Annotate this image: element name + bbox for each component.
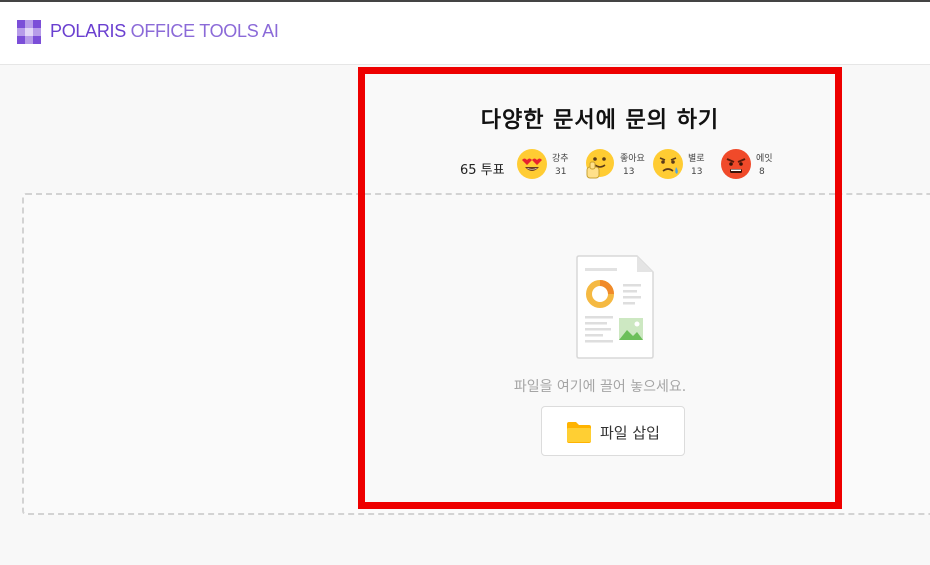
reaction-bar: 65 투표 강추 31 좋아요 13 별로 13 에잇 8 (460, 148, 800, 188)
reaction-highly-recommend[interactable]: 강추 31 (516, 148, 580, 188)
polaris-logo-icon[interactable] (17, 20, 41, 44)
heart-eyes-emoji-icon (517, 149, 547, 179)
brand-name-secondary: OFFICE TOOLS AI (125, 21, 279, 41)
vote-total: 65 투표 (460, 163, 505, 178)
brand-name[interactable]: POLARIS OFFICE TOOLS AI (50, 21, 279, 42)
page-title: 다양한 문서에 문의 하기 (480, 108, 720, 133)
document-illustration-icon (576, 255, 654, 359)
reaction-meh[interactable]: 별로 13 (652, 148, 716, 188)
thumbs-up-emoji-icon (586, 149, 614, 179)
drop-instruction: 파일을 여기에 끌어 놓으세요. (513, 379, 687, 395)
folder-icon (567, 422, 591, 443)
reaction-label: 에잇 (756, 154, 773, 164)
reaction-count: 8 (759, 167, 765, 177)
sad-emoji-icon (653, 149, 683, 179)
reaction-count: 13 (623, 167, 635, 177)
reaction-label: 강추 (552, 154, 569, 164)
insert-file-button[interactable]: 파일 삽입 (541, 406, 685, 456)
reaction-count: 31 (555, 167, 567, 177)
reaction-label: 좋아요 (620, 154, 645, 164)
highlighted-upload-panel: 다양한 문서에 문의 하기 65 투표 강추 31 좋아요 13 별로 13 에… (358, 67, 842, 509)
reaction-label: 별로 (688, 154, 705, 164)
insert-file-label: 파일 삽입 (600, 424, 660, 442)
app-header: POLARIS OFFICE TOOLS AI (0, 2, 930, 65)
reaction-dislike[interactable]: 에잇 8 (720, 148, 784, 188)
reaction-count: 13 (691, 167, 703, 177)
reaction-like[interactable]: 좋아요 13 (584, 148, 648, 188)
brand-name-primary: POLARIS (50, 21, 126, 41)
angry-emoji-icon (721, 149, 751, 179)
